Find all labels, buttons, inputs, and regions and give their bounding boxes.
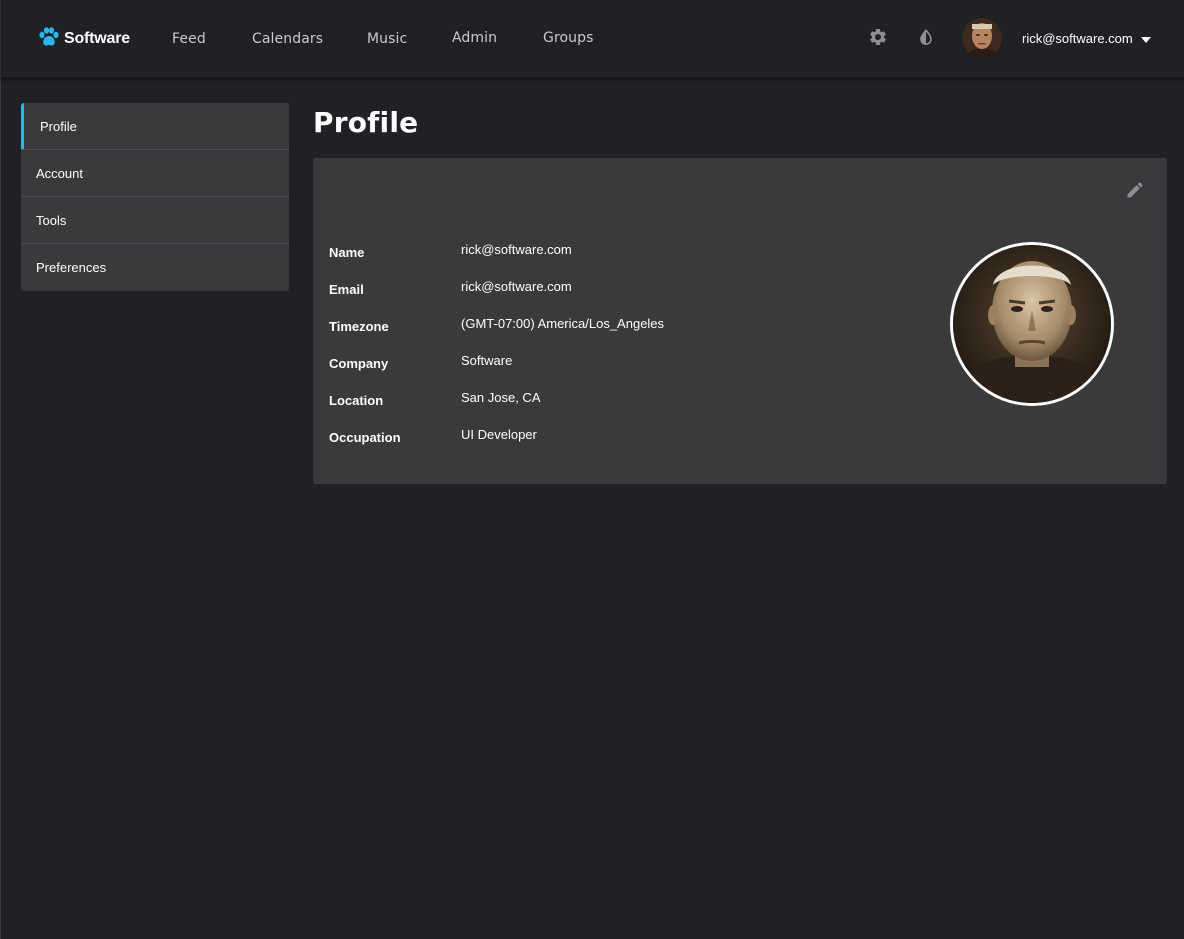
profile-field-location: Location San Jose, CA	[329, 390, 541, 410]
profile-field-company: Company Software	[329, 353, 512, 373]
pencil-icon	[1125, 182, 1145, 204]
nav-link-music[interactable]: Music	[367, 31, 407, 47]
field-label: Name	[329, 245, 365, 260]
settings-button[interactable]	[867, 28, 889, 50]
field-value: Software	[461, 353, 513, 368]
sidebar-item-preferences[interactable]: Preferences	[21, 244, 289, 291]
field-value: rick@software.com	[461, 279, 572, 294]
sidebar-item-label: Tools	[36, 212, 67, 228]
profile-field-timezone: Timezone (GMT-07:00) America/Los_Angeles	[329, 316, 664, 336]
sidebar-item-tools[interactable]: Tools	[21, 197, 289, 244]
profile-field-email: Email rick@software.com	[329, 279, 572, 299]
nav-link-calendars[interactable]: Calendars	[252, 31, 323, 47]
field-value: rick@software.com	[461, 242, 572, 257]
avatar[interactable]	[962, 18, 1002, 58]
field-label: Company	[329, 356, 389, 371]
brand-name: Software	[64, 30, 130, 47]
page-title: Profile	[313, 106, 419, 139]
field-label: Email	[329, 282, 364, 297]
sidebar-item-account[interactable]: Account	[21, 150, 289, 197]
theme-toggle-button[interactable]	[915, 28, 937, 50]
nav-link-groups[interactable]: Groups	[543, 30, 594, 46]
field-label: Occupation	[329, 430, 401, 445]
field-label: Timezone	[329, 319, 389, 334]
field-label: Location	[329, 393, 384, 408]
profile-card: Name rick@software.com Email rick@softwa…	[313, 158, 1167, 484]
gear-icon	[868, 27, 888, 52]
nav-link-admin[interactable]: Admin	[452, 30, 497, 46]
field-value: San Jose, CA	[461, 390, 541, 405]
field-value: UI Developer	[461, 427, 537, 442]
sidebar-item-label: Profile	[40, 118, 77, 134]
sidebar-item-profile[interactable]: Profile	[21, 103, 289, 150]
profile-photo	[950, 242, 1114, 406]
top-navbar: Software Feed Calendars Music Admin Grou…	[1, 0, 1184, 78]
paw-icon	[38, 26, 60, 52]
brand-logo[interactable]: Software	[38, 26, 130, 52]
contrast-icon	[916, 27, 936, 52]
nav-link-feed[interactable]: Feed	[172, 31, 206, 47]
field-value: (GMT-07:00) America/Los_Angeles	[461, 316, 665, 331]
user-email: rick@software.com	[1022, 31, 1133, 46]
sidebar-item-label: Account	[36, 165, 83, 181]
settings-sidebar: Profile Account Tools Preferences	[21, 103, 289, 291]
caret-down-icon	[1140, 31, 1151, 46]
sidebar-item-label: Preferences	[36, 260, 107, 275]
user-menu[interactable]: rick@software.com	[1022, 31, 1151, 46]
profile-field-name: Name rick@software.com	[329, 242, 572, 262]
profile-field-occupation: Occupation UI Developer	[329, 427, 537, 447]
edit-profile-button[interactable]	[1125, 180, 1145, 200]
app-window: Software Feed Calendars Music Admin Grou…	[0, 0, 1184, 939]
